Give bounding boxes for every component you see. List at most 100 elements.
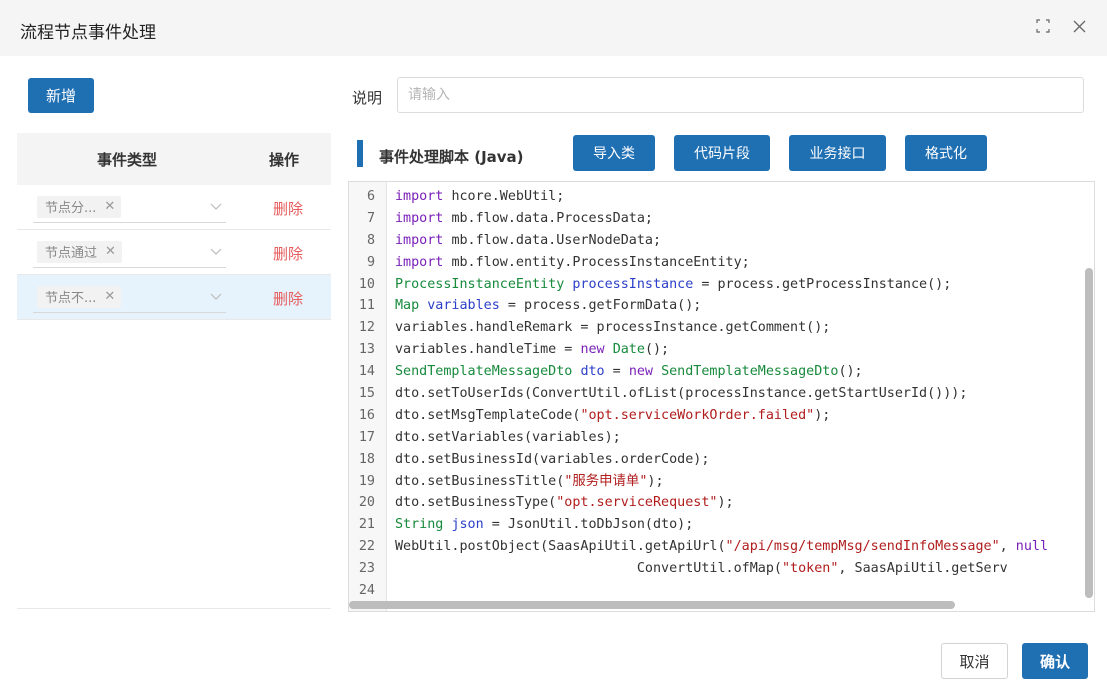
code-token: SendTemplateMessageDto bbox=[395, 364, 573, 380]
code-line[interactable]: 21 String json = JsonUtil.toDbJson(dto); bbox=[349, 514, 1094, 536]
event-type-select[interactable]: 节点分... ✕ bbox=[33, 192, 226, 223]
code-token: dto.setBusinessTitle( bbox=[395, 473, 565, 489]
code-token: import bbox=[395, 254, 444, 270]
code-token: , SaasApiUtil.getServ bbox=[838, 561, 1008, 577]
code-text: import mb.flow.data.UserNodeData; bbox=[383, 230, 661, 252]
code-token: dto.setMsgTemplateCode( bbox=[395, 407, 581, 423]
code-line[interactable]: 11 Map variables = process.getFormData(); bbox=[349, 295, 1094, 317]
tag-label: 节点不... bbox=[45, 291, 97, 306]
code-token: json bbox=[451, 517, 484, 533]
line-number: 6 bbox=[366, 189, 375, 204]
code-text: ProcessInstanceEntity processInstance = … bbox=[383, 274, 951, 296]
table-row[interactable]: 节点通过 ✕ 删除 bbox=[17, 230, 331, 275]
code-token: ConvertUtil.ofMap( bbox=[395, 561, 782, 577]
code-token: new bbox=[580, 342, 605, 358]
chevron-down-icon[interactable] bbox=[210, 290, 222, 302]
code-line[interactable]: 24 bbox=[349, 580, 1094, 602]
column-header-operation: 操作 bbox=[268, 150, 299, 169]
code-line[interactable]: 9 import mb.flow.entity.ProcessInstanceEn… bbox=[349, 252, 1094, 274]
code-token: import bbox=[395, 232, 444, 248]
code-token: = process.getFormData(); bbox=[499, 298, 702, 314]
line-number: 10 bbox=[358, 276, 375, 292]
cancel-button[interactable]: 取消 bbox=[941, 643, 1008, 679]
confirm-button[interactable]: 确认 bbox=[1022, 643, 1088, 679]
horizontal-scrollbar[interactable] bbox=[349, 601, 955, 609]
code-line[interactable]: 17 dto.setVariables(variables); bbox=[349, 427, 1094, 449]
description-input[interactable] bbox=[397, 77, 1084, 113]
code-line[interactable]: 23 ConvertUtil.ofMap("token", SaasApiUti… bbox=[349, 558, 1094, 580]
code-token: ProcessInstanceEntity bbox=[395, 276, 565, 292]
line-number: 24 bbox=[358, 583, 375, 599]
code-line[interactable]: 14 SendTemplateMessageDto dto = new SendT… bbox=[349, 361, 1094, 383]
code-line[interactable]: 7 import mb.flow.data.ProcessData; bbox=[349, 208, 1094, 230]
code-token: ); bbox=[717, 495, 734, 511]
tag-remove-icon[interactable]: ✕ bbox=[104, 199, 115, 214]
code-line[interactable]: 18 dto.setBusinessId(variables.orderCode)… bbox=[349, 449, 1094, 471]
line-number: 15 bbox=[358, 386, 375, 402]
code-token: = JsonUtil.toDbJson(dto); bbox=[483, 517, 694, 533]
tag-remove-icon[interactable]: ✕ bbox=[104, 289, 115, 304]
code-token: variables.handleTime = bbox=[395, 342, 581, 358]
code-token: "服务申请单" bbox=[564, 473, 648, 489]
code-line[interactable]: 16 dto.setMsgTemplateCode("opt.serviceWor… bbox=[349, 405, 1094, 427]
code-token: dto.setVariables(variables); bbox=[395, 429, 621, 445]
line-number: 19 bbox=[358, 473, 375, 489]
event-type-tag: 节点不... ✕ bbox=[37, 285, 122, 308]
dialog-title: 流程节点事件处理 bbox=[20, 23, 156, 43]
tag-remove-icon[interactable]: ✕ bbox=[105, 244, 116, 259]
line-number: 11 bbox=[358, 298, 375, 314]
chevron-down-icon[interactable] bbox=[210, 200, 222, 212]
code-token: variables bbox=[427, 298, 500, 314]
code-token: hcore.WebUtil; bbox=[451, 189, 565, 204]
line-number: 16 bbox=[358, 407, 375, 423]
delete-link[interactable]: 删除 bbox=[273, 198, 303, 219]
add-event-button[interactable]: 新增 bbox=[28, 78, 94, 113]
chevron-down-icon[interactable] bbox=[210, 245, 222, 257]
import-class-button[interactable]: 导入类 bbox=[573, 135, 655, 171]
vertical-scrollbar[interactable] bbox=[1085, 268, 1093, 598]
code-snippet-button[interactable]: 代码片段 bbox=[674, 135, 770, 171]
code-text: dto.setToUserIds(ConvertUtil.ofList(proc… bbox=[383, 383, 967, 405]
code-text: SendTemplateMessageDto dto = new SendTem… bbox=[383, 361, 863, 383]
code-text: dto.setVariables(variables); bbox=[383, 427, 621, 449]
section-accent-bar bbox=[357, 140, 363, 167]
code-token: dto.setBusinessType( bbox=[395, 495, 557, 511]
code-line[interactable]: 20 dto.setBusinessType("opt.serviceReques… bbox=[349, 492, 1094, 514]
fullscreen-icon[interactable] bbox=[1033, 16, 1053, 36]
line-number: 7 bbox=[366, 210, 375, 226]
code-editor[interactable]: 6 import hcore.WebUtil; 7 import mb.flow.da… bbox=[348, 181, 1095, 612]
line-number: 21 bbox=[358, 517, 375, 533]
code-token: SendTemplateMessageDto bbox=[661, 364, 839, 380]
line-number: 12 bbox=[358, 320, 375, 336]
event-type-select[interactable]: 节点通过 ✕ bbox=[33, 237, 226, 268]
business-api-button[interactable]: 业务接口 bbox=[789, 135, 886, 171]
code-line[interactable]: 19 dto.setBusinessTitle("服务申请单"); bbox=[349, 471, 1094, 493]
code-token: Date bbox=[612, 342, 645, 358]
code-token: "opt.serviceWorkOrder.failed" bbox=[580, 407, 815, 423]
format-button[interactable]: 格式化 bbox=[905, 135, 987, 171]
code-text: WebUtil.postObject(SaasApiUtil.getApiUrl… bbox=[383, 536, 1048, 558]
event-type-select[interactable]: 节点不... ✕ bbox=[33, 282, 226, 313]
code-line[interactable]: 6 import hcore.WebUtil; bbox=[349, 186, 1094, 208]
header-actions bbox=[1033, 16, 1089, 36]
script-section-title: 事件处理脚本 (Java) bbox=[379, 148, 524, 166]
event-table: 事件类型 操作 节点分... ✕ 删除 节点通过 ✕ 删除 节点不... ✕ 删… bbox=[17, 133, 331, 609]
code-line[interactable]: 22 WebUtil.postObject(SaasApiUtil.getApiU… bbox=[349, 536, 1094, 558]
table-row-selected[interactable]: 节点不... ✕ 删除 bbox=[17, 275, 331, 320]
code-line[interactable]: 10 ProcessInstanceEntity processInstance … bbox=[349, 274, 1094, 296]
event-table-header: 事件类型 操作 bbox=[17, 133, 331, 185]
delete-link[interactable]: 删除 bbox=[273, 288, 303, 309]
line-number: 20 bbox=[358, 495, 375, 511]
code-line[interactable]: 8 import mb.flow.data.UserNodeData; bbox=[349, 230, 1094, 252]
table-row[interactable]: 节点分... ✕ 删除 bbox=[17, 185, 331, 230]
code-token: String bbox=[395, 517, 444, 533]
line-number: 9 bbox=[366, 254, 375, 270]
code-line[interactable]: 15 dto.setToUserIds(ConvertUtil.ofList(pr… bbox=[349, 383, 1094, 405]
description-label: 说明 bbox=[352, 89, 383, 107]
delete-link[interactable]: 删除 bbox=[273, 243, 303, 264]
code-token: ); bbox=[814, 407, 831, 423]
close-icon[interactable] bbox=[1069, 16, 1089, 36]
code-content[interactable]: 6 import hcore.WebUtil; 7 import mb.flow.da… bbox=[349, 186, 1094, 602]
code-line[interactable]: 13 variables.handleTime = new Date(); bbox=[349, 339, 1094, 361]
code-line[interactable]: 12 variables.handleRemark = processInstan… bbox=[349, 317, 1094, 339]
